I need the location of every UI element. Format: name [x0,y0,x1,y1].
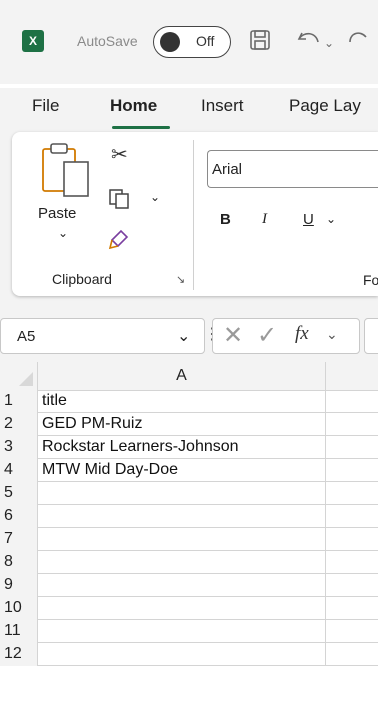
name-box-value: A5 [17,328,36,345]
row-header[interactable]: 3 [0,436,38,459]
row-header[interactable]: 5 [0,482,38,505]
underline-button[interactable]: U [303,211,314,228]
spreadsheet-grid: A 1 title 2 GED PM-Ruiz 3 Rockstar Learners-J… [0,362,378,728]
table-row: 11 [0,620,378,643]
name-box[interactable]: A5 ⌄ [0,318,205,354]
tab-file[interactable]: File [32,96,59,116]
row-header[interactable]: 2 [0,413,38,436]
cell-a[interactable]: MTW Mid Day-Doe [38,459,326,482]
tab-insert[interactable]: Insert [201,96,244,116]
table-row: 4 MTW Mid Day-Doe [0,459,378,482]
font-name-value: Arial [212,161,243,178]
table-row: 2 GED PM-Ruiz [0,413,378,436]
table-row: 6 [0,505,378,528]
toggle-knob [160,32,180,52]
column-header-a[interactable]: A [38,362,326,390]
table-row: 5 [0,482,378,505]
tab-page-layout[interactable]: Page Lay [289,96,361,116]
cell-a[interactable] [38,528,326,551]
name-box-dropdown-icon[interactable]: ⌄ [177,326,190,346]
font-group-label: Fo [363,272,378,288]
formula-input[interactable] [364,318,378,354]
font-name-box[interactable]: Arial [207,150,378,188]
row-header[interactable]: 11 [0,620,38,643]
italic-button[interactable]: I [262,211,267,228]
cell-a[interactable]: GED PM-Ruiz [38,413,326,436]
active-tab-indicator [112,126,170,129]
ribbon-tabs: File Home Insert Page Lay [0,88,378,132]
autosave-state: Off [196,33,215,49]
function-buttons: ✕ ✓ fx ⌄ [212,318,360,354]
undo-icon[interactable] [296,28,322,59]
table-row: 10 [0,597,378,620]
clipboard-launcher-icon[interactable]: ↘ [176,273,185,286]
cell-a[interactable]: title [38,390,326,413]
table-row: 1 title [0,390,378,413]
title-bar: X AutoSave Off ⌄ [0,0,378,84]
cell-a[interactable] [38,574,326,597]
row-header[interactable]: 1 [0,390,38,413]
bold-button[interactable]: B [220,211,231,228]
autosave-toggle[interactable]: Off [153,26,231,58]
cell-a[interactable]: Rockstar Learners-Johnson [38,436,326,459]
row-header[interactable]: 8 [0,551,38,574]
row-header[interactable]: 10 [0,597,38,620]
format-painter-icon[interactable] [108,228,130,255]
tab-home[interactable]: Home [110,96,157,116]
table-row: 9 [0,574,378,597]
function-dropdown-icon[interactable]: ⌄ [326,326,338,343]
underline-dropdown-icon[interactable]: ⌄ [326,212,336,226]
cell-a[interactable] [38,482,326,505]
excel-logo-icon: X [22,30,47,52]
autosave-label: AutoSave [77,33,138,49]
clipboard-group-label: Clipboard [52,271,112,287]
copy-dropdown-icon[interactable]: ⌄ [150,190,160,204]
column-header-row: A [0,362,378,391]
undo-dropdown-icon[interactable]: ⌄ [324,36,334,50]
table-row: 12 [0,643,378,666]
cell-a[interactable] [38,551,326,574]
cell-a[interactable] [38,597,326,620]
row-header[interactable]: 12 [0,643,38,666]
insert-function-button[interactable]: fx [295,323,309,345]
paste-icon[interactable] [40,140,90,205]
cell-a[interactable] [38,643,326,666]
row-header[interactable]: 9 [0,574,38,597]
select-all-button[interactable] [0,362,38,390]
row-header[interactable]: 7 [0,528,38,551]
row-header[interactable]: 4 [0,459,38,482]
cell-a[interactable] [38,505,326,528]
table-row: 7 [0,528,378,551]
paste-label[interactable]: Paste [38,205,76,222]
cell-a[interactable] [38,620,326,643]
redo-icon[interactable] [346,28,370,59]
table-row: 8 [0,551,378,574]
group-separator [193,140,194,290]
table-row: 3 Rockstar Learners-Johnson [0,436,378,459]
enter-icon[interactable]: ✓ [257,321,277,350]
row-header[interactable]: 6 [0,505,38,528]
save-icon[interactable] [248,28,272,59]
copy-icon[interactable] [108,188,130,215]
paste-dropdown-icon[interactable]: ⌄ [58,226,68,240]
cut-icon[interactable]: ✂ [111,142,128,167]
cancel-icon[interactable]: ✕ [223,321,243,350]
